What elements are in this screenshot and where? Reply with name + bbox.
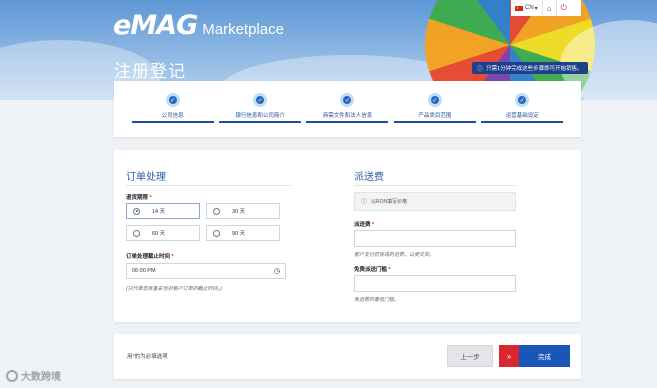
return-period-label-text: 退货期限	[126, 195, 149, 201]
radio-checked-icon	[133, 207, 140, 215]
logo-brand: eMAG	[113, 10, 198, 41]
cutoff-time-input[interactable]: 06:00 PM ◷	[126, 263, 286, 279]
return-option-30[interactable]: 30 天	[206, 203, 280, 219]
check-icon: ✓	[165, 93, 180, 107]
currency-note-text: 以RON填写价格	[371, 199, 408, 205]
step-underline	[481, 121, 564, 123]
required-marker: *	[171, 254, 174, 260]
hint-text: 只需1分钟完成这些步骤即可开始销售。	[486, 66, 583, 72]
return-option-label: 90 天	[232, 231, 246, 237]
currency-note: ⓘ 以RON填写价格	[354, 192, 516, 211]
watermark: 大数跨境	[6, 368, 61, 383]
shipping-fee-help: 客户支付您快递的运费，以便交货。	[354, 252, 435, 258]
check-icon: ✓	[515, 93, 530, 107]
step-label: 运营基础设定	[505, 113, 539, 119]
step-operations[interactable]: ✓ 运营基础设定	[481, 81, 564, 137]
info-icon: ⓘ	[361, 200, 368, 206]
power-icon: ⏻	[560, 3, 567, 12]
free-threshold-input[interactable]	[354, 275, 516, 292]
top-toolbar: CN ▾ ⌂ ⏻	[511, 0, 581, 16]
return-option-label: 30 天	[232, 209, 246, 215]
double-chevron-right-icon: »	[499, 345, 519, 367]
divider	[354, 185, 516, 186]
required-marker: *	[372, 222, 375, 228]
check-icon: ✓	[253, 93, 268, 107]
cutoff-time-value: 06:00 PM	[132, 268, 156, 274]
step-label: 产品类目范围	[418, 113, 452, 119]
watermark-logo-icon	[6, 369, 18, 382]
return-option-60[interactable]: 60 天	[126, 225, 200, 241]
step-bank-info[interactable]: ✓ 银行信息和公司简介	[219, 81, 302, 137]
shipping-title: 派送费	[354, 172, 384, 183]
finish-button-label: 完成	[538, 354, 551, 361]
step-underline	[219, 121, 302, 123]
free-threshold-help: 免运费的最低门槛。	[354, 297, 400, 303]
free-threshold-label: 免费派送门槛 *	[354, 265, 391, 273]
required-note: 用*的为必填选项	[127, 354, 168, 360]
logo-suffix: Marketplace	[202, 21, 284, 38]
step-underline	[393, 121, 476, 123]
previous-button[interactable]: 上一步	[447, 345, 493, 367]
chevron-down-icon: ▾	[534, 5, 538, 12]
shipping-fee-label: 派送费 *	[354, 220, 374, 228]
logout-button[interactable]: ⏻	[555, 0, 571, 16]
step-label: 银行信息和公司简介	[235, 113, 285, 119]
divider	[126, 185, 291, 186]
flag-cn-icon	[515, 5, 523, 11]
step-label: 商需文件和法人信息	[322, 113, 373, 119]
info-icon: ⓘ	[477, 66, 484, 73]
return-option-14[interactable]: 14 天	[126, 203, 200, 219]
radio-icon	[133, 229, 140, 237]
return-option-90[interactable]: 90 天	[206, 225, 280, 241]
step-underline	[306, 121, 389, 123]
radio-icon	[213, 229, 220, 237]
shipping-fee-input[interactable]	[354, 230, 516, 247]
radio-icon	[213, 207, 220, 215]
settings-form: 订单处理 退货期限 * 14 天 30 天 60 天 90 天 订单处理截止时间…	[114, 150, 581, 322]
cutoff-help: (只代表您准备妥当对客户订单的截止时间。)	[126, 286, 222, 292]
return-period-label: 退货期限 *	[126, 193, 152, 201]
page-title: 注册登记	[114, 62, 186, 81]
logo[interactable]: eMAG Marketplace	[113, 10, 284, 41]
language-code: CN	[525, 5, 534, 11]
watermark-text: 大数跨境	[21, 372, 61, 383]
free-threshold-label-text: 免费派送门槛	[354, 267, 388, 273]
step-company-info[interactable]: ✓ 公司信息	[131, 81, 214, 137]
step-label: 公司信息	[161, 113, 184, 119]
check-icon: ✓	[340, 93, 355, 107]
language-selector[interactable]: CN ▾	[511, 0, 542, 16]
finish-button[interactable]: » 完成	[499, 345, 570, 367]
home-icon: ⌂	[546, 3, 552, 13]
cutoff-label: 订单处理截止时间 *	[126, 252, 174, 260]
hint-badge: ⓘ 只需1分钟完成这些步骤即可开始销售。	[472, 62, 588, 74]
form-footer: 用*的为必填选项 上一步 » 完成	[114, 334, 581, 379]
step-categories[interactable]: ✓ 产品类目范围	[393, 81, 476, 137]
required-marker: *	[149, 195, 152, 201]
check-icon: ✓	[427, 93, 442, 107]
registration-steps: ✓ 公司信息 ✓ 银行信息和公司简介 ✓ 商需文件和法人信息 ✓ 产品类目范围 …	[114, 81, 581, 137]
return-option-label: 60 天	[152, 231, 166, 237]
required-marker: *	[388, 267, 391, 273]
shipping-fee-label-text: 派送费	[354, 222, 371, 228]
step-documents[interactable]: ✓ 商需文件和法人信息	[306, 81, 389, 137]
order-processing-title: 订单处理	[126, 172, 166, 183]
step-underline	[131, 121, 214, 123]
clock-icon[interactable]: ◷	[274, 267, 280, 275]
return-option-label: 14 天	[152, 209, 166, 215]
cutoff-label-text: 订单处理截止时间	[126, 254, 171, 260]
home-button[interactable]: ⌂	[541, 0, 556, 16]
